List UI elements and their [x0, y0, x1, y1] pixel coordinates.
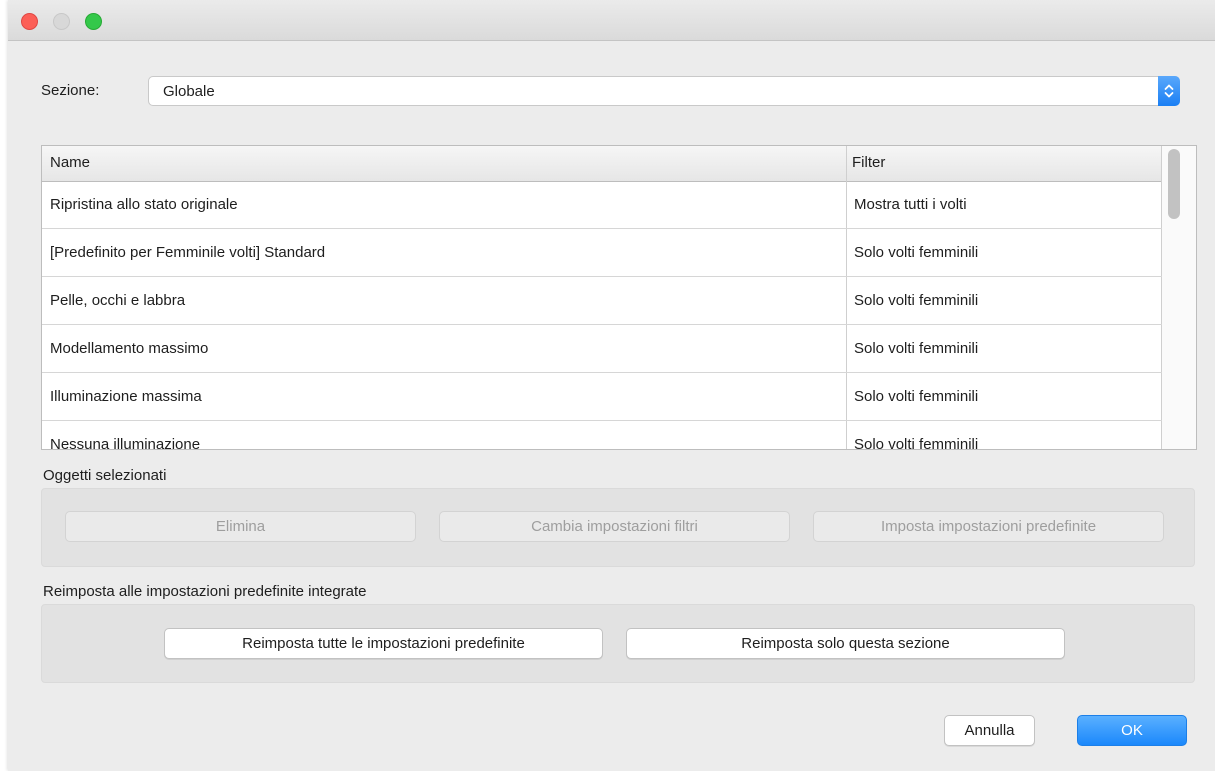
table-row[interactable]: Modellamento massimo Solo volti femminil… [42, 325, 1162, 373]
cancel-button[interactable]: Annulla [944, 715, 1035, 746]
section-label: Sezione: [41, 82, 100, 99]
select-stepper[interactable] [1158, 76, 1180, 106]
reset-all-button[interactable]: Reimposta tutte le impostazioni predefin… [164, 628, 603, 659]
table-header: Name Filter [42, 146, 1163, 182]
scrollbar-thumb[interactable] [1168, 149, 1180, 219]
set-default-button[interactable]: Imposta impostazioni predefinite [813, 511, 1164, 542]
row-filter: Solo volti femminili [854, 244, 979, 261]
reset-box: Reimposta tutte le impostazioni predefin… [41, 604, 1195, 683]
title-bar [8, 0, 1215, 41]
minimize-window-button[interactable] [53, 13, 70, 30]
column-header-filter[interactable]: Filter [852, 154, 885, 171]
section-select[interactable]: Globale [148, 76, 1180, 106]
row-filter: Solo volti femminili [854, 436, 979, 450]
row-filter: Solo volti femminili [854, 340, 979, 357]
section-select-value: Globale [163, 83, 215, 100]
updown-chevron-icon [1164, 84, 1174, 98]
row-name: Nessuna illuminazione [50, 436, 201, 450]
table-row[interactable]: Ripristina allo stato originale Mostra t… [42, 181, 1162, 229]
reset-section-button[interactable]: Reimposta solo questa sezione [626, 628, 1065, 659]
selected-items-box: Elimina Cambia impostazioni filtri Impos… [41, 488, 1195, 567]
table-row[interactable]: Nessuna illuminazione Solo volti femmini… [42, 421, 1162, 450]
table-body: Ripristina allo stato originale Mostra t… [42, 181, 1162, 450]
row-name: Illuminazione massima [50, 388, 202, 405]
delete-button[interactable]: Elimina [65, 511, 416, 542]
row-name: Modellamento massimo [50, 340, 209, 357]
table-row[interactable]: Pelle, occhi e labbra Solo volti femmini… [42, 277, 1162, 325]
row-filter: Solo volti femminili [854, 388, 979, 405]
row-name: [Predefinito per Femminile volti] Standa… [50, 244, 326, 261]
presets-table: Name Filter Ripristina allo stato origin… [41, 145, 1197, 450]
ok-button[interactable]: OK [1077, 715, 1187, 746]
table-row[interactable]: [Predefinito per Femminile volti] Standa… [42, 229, 1162, 277]
preset-manager-window: Sezione: Globale Name Filter Ripristina … [8, 0, 1215, 771]
close-window-button[interactable] [21, 13, 38, 30]
row-name: Ripristina allo stato originale [50, 196, 238, 213]
row-name: Pelle, occhi e labbra [50, 292, 186, 309]
column-header-name[interactable]: Name [50, 154, 90, 171]
row-filter: Mostra tutti i volti [854, 196, 967, 213]
row-filter: Solo volti femminili [854, 292, 979, 309]
selected-items-label: Oggetti selezionati [43, 467, 167, 484]
zoom-window-button[interactable] [85, 13, 102, 30]
change-filters-button[interactable]: Cambia impostazioni filtri [439, 511, 790, 542]
reset-section-label: Reimposta alle impostazioni predefinite … [43, 583, 367, 600]
table-row[interactable]: Illuminazione massima Solo volti femmini… [42, 373, 1162, 421]
